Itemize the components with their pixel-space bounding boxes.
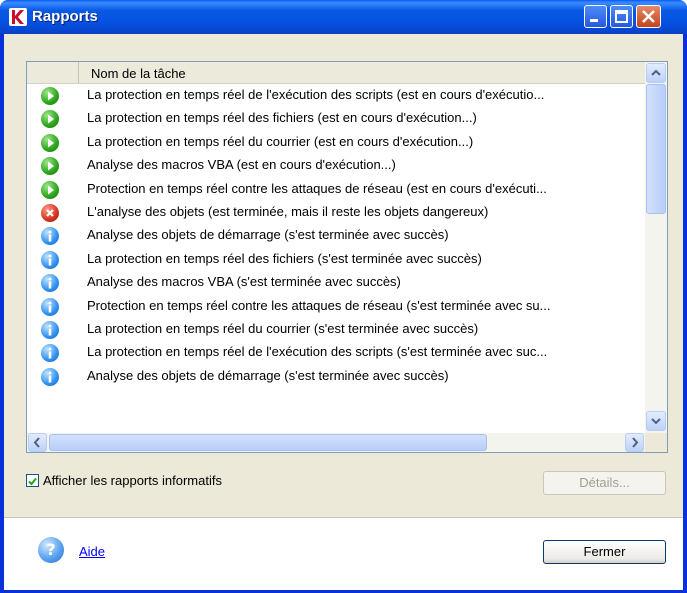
info-icon xyxy=(41,227,59,246)
info-icon xyxy=(41,367,59,386)
maximize-button[interactable] xyxy=(610,5,633,28)
list-item[interactable]: Protection en temps réel contre les atta… xyxy=(27,295,645,318)
chevron-left-icon xyxy=(33,437,40,448)
list-item[interactable]: Analyse des macros VBA (s'est terminée a… xyxy=(27,271,645,294)
window-title: Rapports xyxy=(32,8,98,25)
details-button[interactable]: Détails... xyxy=(543,471,666,495)
task-name: Analyse des macros VBA (est en cours d'e… xyxy=(87,157,396,173)
list-rows: La protection en temps réel de l'exécuti… xyxy=(27,84,645,388)
play-icon xyxy=(41,110,59,129)
show-info-reports-checkbox[interactable] xyxy=(26,474,39,487)
chevron-right-icon xyxy=(632,437,639,448)
play-icon xyxy=(41,157,59,176)
horizontal-scrollbar[interactable] xyxy=(27,433,645,452)
minimize-button[interactable] xyxy=(584,5,607,28)
minimize-icon xyxy=(590,19,598,22)
scroll-up-button[interactable] xyxy=(646,63,666,83)
list-item[interactable]: La protection en temps réel du courrier … xyxy=(27,131,645,154)
task-name: La protection en temps réel des fichiers… xyxy=(87,250,482,266)
info-icon xyxy=(41,274,59,293)
task-name: La protection en temps réel du courrier … xyxy=(87,133,474,149)
close-icon xyxy=(642,10,655,23)
play-icon xyxy=(41,87,59,105)
close-button[interactable]: Fermer xyxy=(543,540,666,564)
list-item[interactable]: La protection en temps réel de l'exécuti… xyxy=(27,84,645,107)
horizontal-scroll-thumb[interactable] xyxy=(49,434,487,451)
status-column-header[interactable] xyxy=(27,62,79,83)
kaspersky-k-icon xyxy=(9,8,27,26)
info-icon xyxy=(41,250,59,269)
task-name: La protection en temps réel de l'exécuti… xyxy=(87,344,548,360)
list-item[interactable]: Analyse des objets de démarrage (s'est t… xyxy=(27,365,645,388)
chevron-down-icon xyxy=(651,418,661,425)
scroll-right-button[interactable] xyxy=(625,433,644,452)
list-item[interactable]: La protection en temps réel du courrier … xyxy=(27,318,645,341)
scrollbar-corner xyxy=(645,433,667,452)
list-header: Nom de la tâche xyxy=(27,62,645,84)
play-icon xyxy=(41,133,59,152)
list-item[interactable]: La protection en temps réel de l'exécuti… xyxy=(27,341,645,364)
task-name: Analyse des objets de démarrage (s'est t… xyxy=(87,227,449,243)
title-bar[interactable]: Rapports xyxy=(0,0,687,34)
task-name: Protection en temps réel contre les atta… xyxy=(87,297,551,313)
help-icon[interactable]: ? xyxy=(38,537,64,563)
task-name: La protection en temps réel de l'exécuti… xyxy=(87,87,545,102)
info-icon xyxy=(41,344,59,363)
chevron-up-icon xyxy=(651,69,661,76)
report-window: Rapports Nom de la tâche La protection e… xyxy=(0,0,687,593)
task-name: La protection en temps réel des fichiers… xyxy=(87,110,477,126)
error-icon xyxy=(41,203,59,222)
info-icon xyxy=(41,320,59,339)
vertical-scrollbar[interactable] xyxy=(645,62,667,433)
help-link[interactable]: Aide xyxy=(79,544,105,559)
list-item[interactable]: La protection en temps réel des fichiers… xyxy=(27,248,645,271)
close-window-button[interactable] xyxy=(636,5,661,28)
checkmark-icon xyxy=(28,477,37,486)
dialog-body: Nom de la tâche La protection en temps r… xyxy=(4,34,683,590)
task-name: L'analyse des objets (est terminée, mais… xyxy=(87,203,489,219)
task-name: Protection en temps réel contre les atta… xyxy=(87,180,547,196)
list-item[interactable]: Protection en temps réel contre les atta… xyxy=(27,178,645,201)
task-name: Analyse des objets de démarrage (s'est t… xyxy=(87,367,449,383)
list-item[interactable]: La protection en temps réel des fichiers… xyxy=(27,107,645,130)
task-name: Analyse des macros VBA (s'est terminée a… xyxy=(87,274,401,290)
list-item[interactable]: Analyse des objets de démarrage (s'est t… xyxy=(27,224,645,247)
maximize-icon xyxy=(615,10,628,23)
vertical-scroll-thumb[interactable] xyxy=(646,84,666,214)
task-name: La protection en temps réel du courrier … xyxy=(87,320,479,336)
info-icon xyxy=(41,297,59,316)
scroll-left-button[interactable] xyxy=(28,433,47,452)
scroll-down-button[interactable] xyxy=(646,411,666,431)
play-icon xyxy=(41,180,59,199)
list-item[interactable]: Analyse des macros VBA (est en cours d'e… xyxy=(27,154,645,177)
reports-list[interactable]: Nom de la tâche La protection en temps r… xyxy=(26,61,668,453)
list-item[interactable]: L'analyse des objets (est terminée, mais… xyxy=(27,201,645,224)
task-name-column-header[interactable]: Nom de la tâche xyxy=(91,66,186,81)
show-info-reports-label[interactable]: Afficher les rapports informatifs xyxy=(43,473,222,488)
content-area: Nom de la tâche La protection en temps r… xyxy=(4,34,683,514)
